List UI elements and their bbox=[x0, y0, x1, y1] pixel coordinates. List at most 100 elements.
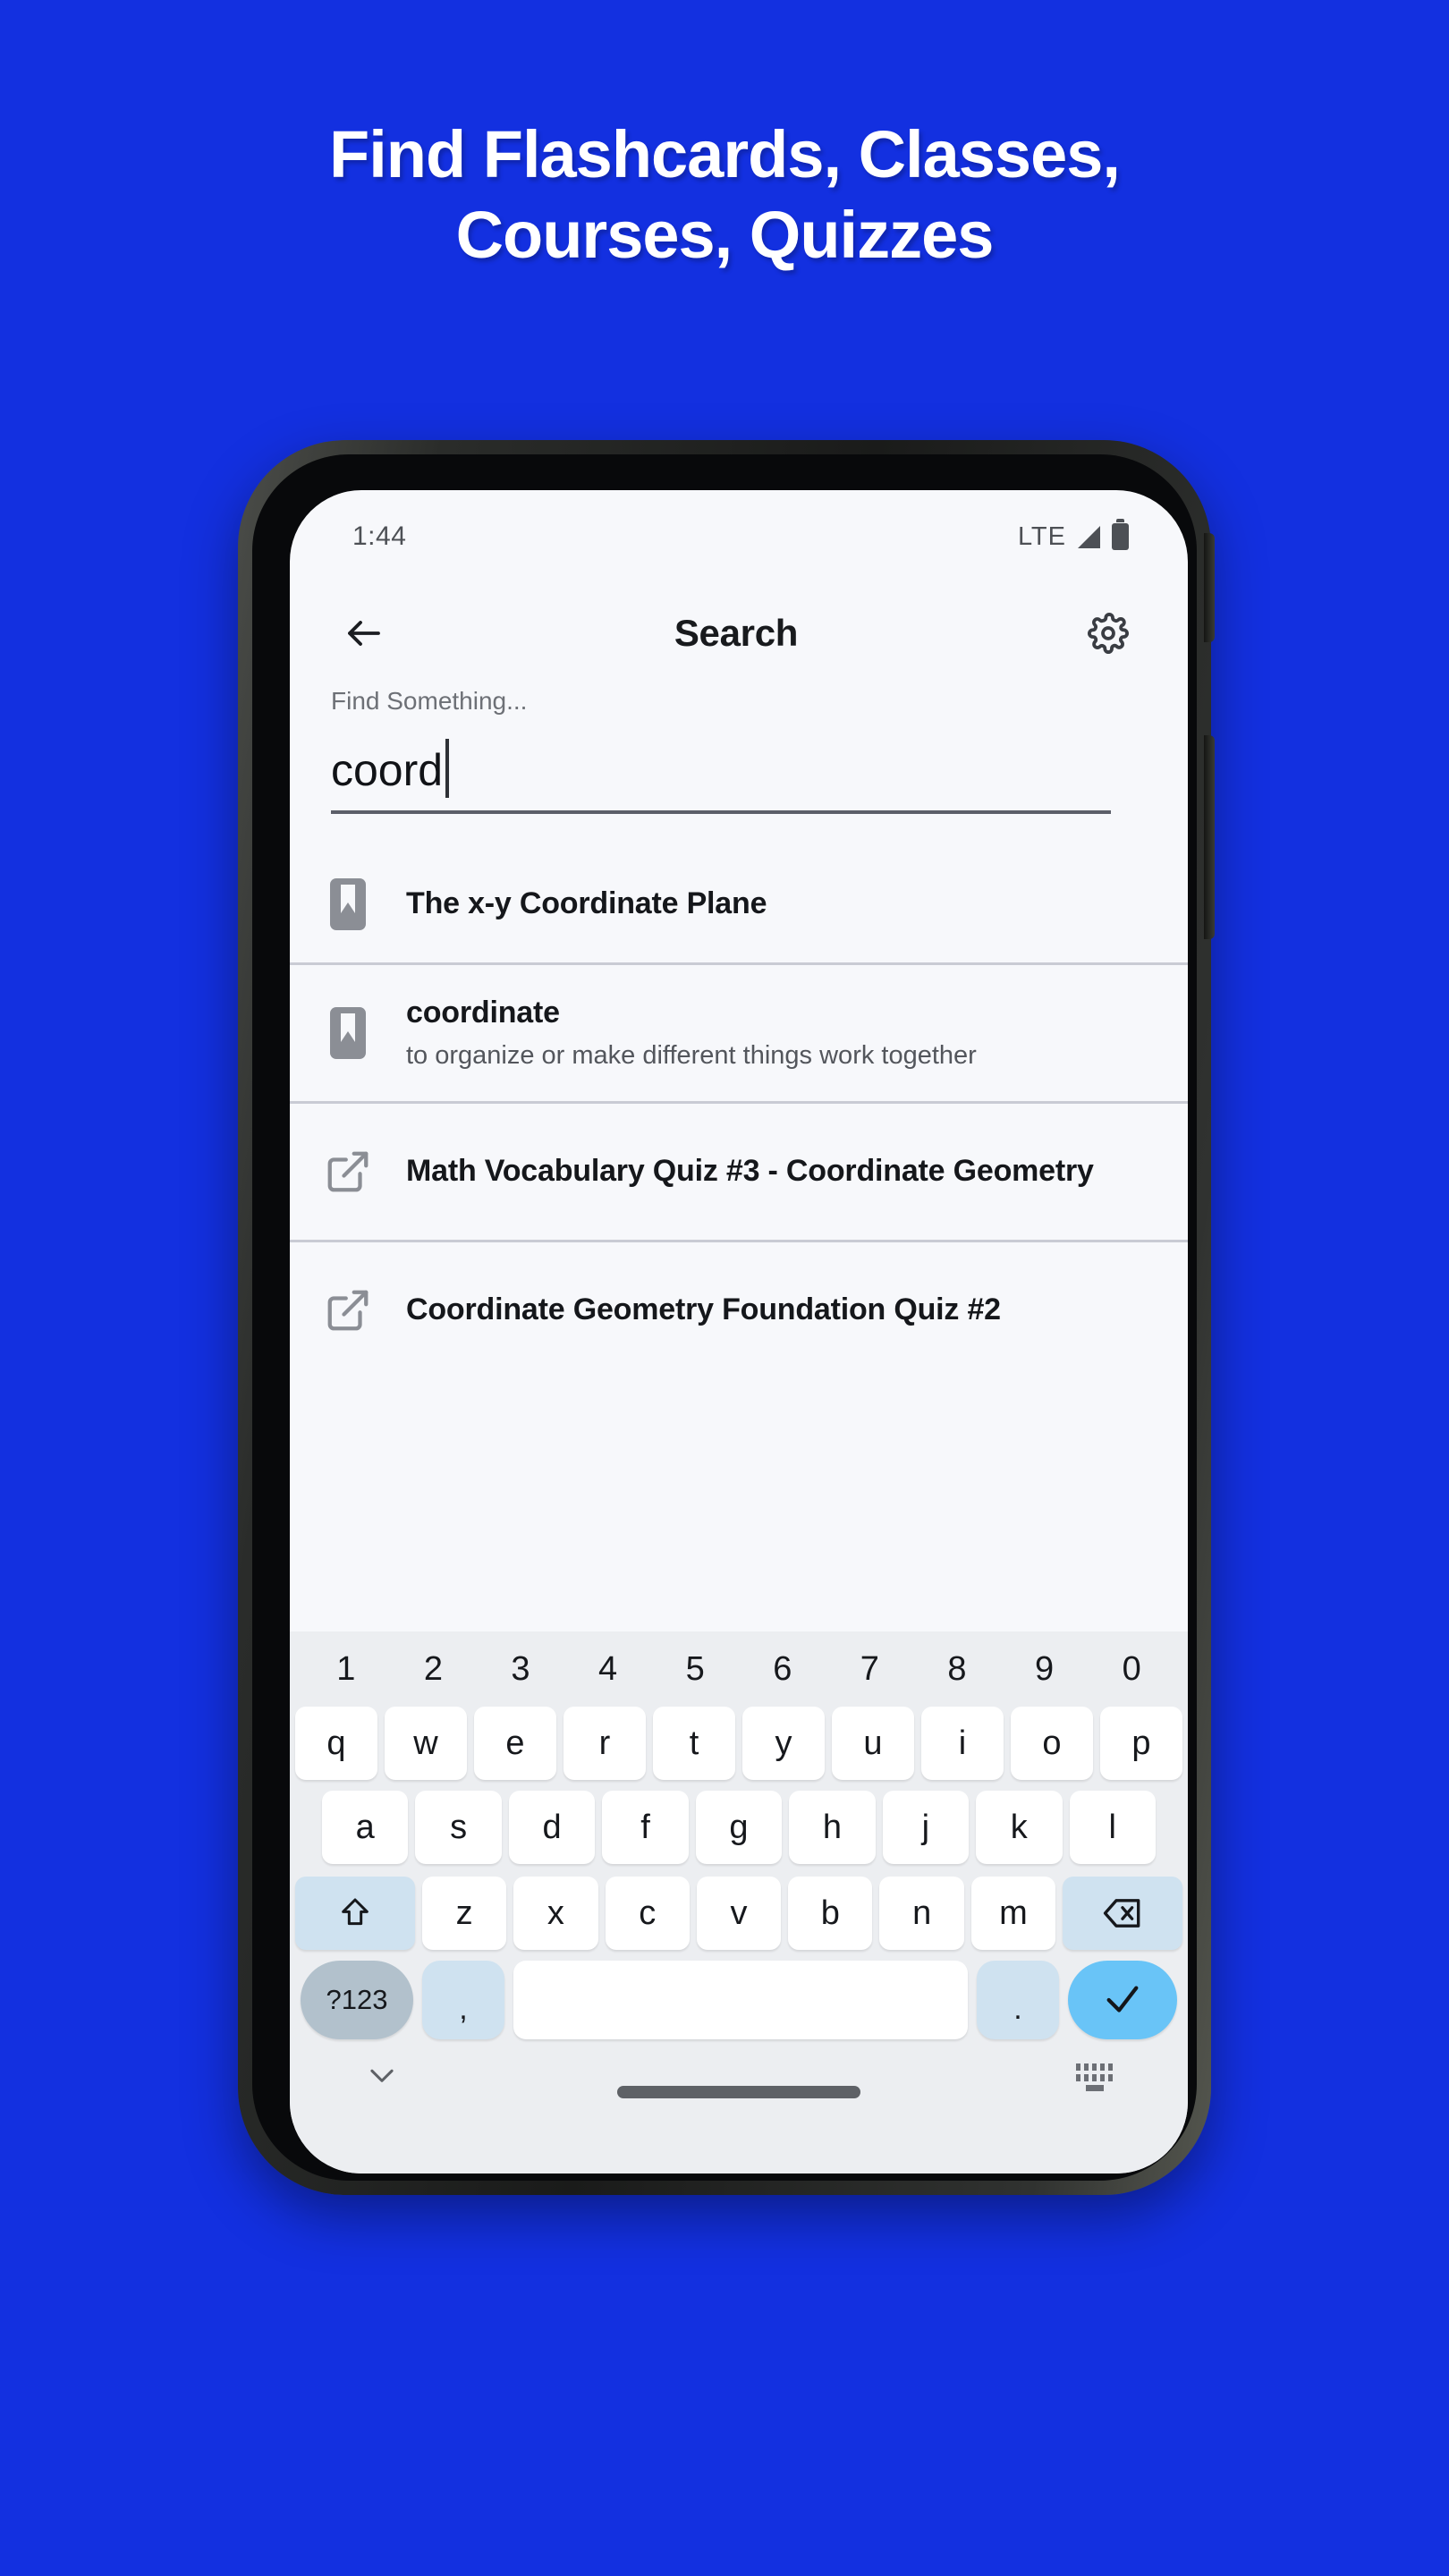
key-c[interactable]: c bbox=[605, 1877, 690, 1950]
shift-key[interactable] bbox=[295, 1877, 415, 1950]
backspace-key[interactable] bbox=[1063, 1877, 1183, 1950]
headline-line-2: Courses, Quizzes bbox=[455, 198, 995, 273]
keyboard-row-qwerty: q w e r t y u i o p bbox=[290, 1707, 1188, 1780]
signal-triangle-icon bbox=[1078, 525, 1100, 548]
phone-bezel: 1:44 LTE Search Find Something... coord … bbox=[252, 454, 1197, 2181]
key-d[interactable]: d bbox=[508, 1791, 596, 1864]
key-x[interactable]: x bbox=[513, 1877, 598, 1950]
result-icon-wrap bbox=[290, 878, 406, 930]
search-results-list: The x-y Coordinate Plane coordinate to o… bbox=[290, 846, 1188, 1378]
key-2[interactable]: 2 bbox=[390, 1650, 478, 1689]
search-field-underline bbox=[331, 810, 1111, 814]
space-key[interactable] bbox=[513, 1961, 968, 2039]
key-0[interactable]: 0 bbox=[1088, 1650, 1175, 1689]
key-k[interactable]: k bbox=[976, 1791, 1063, 1864]
key-7[interactable]: 7 bbox=[826, 1650, 914, 1689]
key-v[interactable]: v bbox=[696, 1877, 782, 1950]
system-navigation-bar bbox=[290, 2039, 1188, 2114]
keyboard-row-zxcv: z x c v b n m bbox=[290, 1875, 1188, 1952]
bookmark-icon bbox=[330, 1007, 366, 1059]
table-row[interactable]: coordinate to organize or make different… bbox=[290, 962, 1188, 1101]
checkmark-icon bbox=[1106, 1986, 1139, 2012]
keyboard-row-asdf: a s d f g h j k l bbox=[290, 1791, 1188, 1864]
status-bar-indicators: LTE bbox=[1017, 519, 1129, 552]
key-9[interactable]: 9 bbox=[1001, 1650, 1089, 1689]
hide-keyboard-button[interactable] bbox=[365, 2058, 399, 2097]
chevron-down-icon bbox=[370, 2069, 394, 2082]
result-title: Math Vocabulary Quiz #3 - Coordinate Geo… bbox=[406, 1154, 1094, 1189]
result-text: Math Vocabulary Quiz #3 - Coordinate Geo… bbox=[406, 1152, 1161, 1191]
search-field-area[interactable]: Find Something... coord bbox=[290, 687, 1188, 814]
key-o[interactable]: o bbox=[1011, 1707, 1093, 1780]
key-6[interactable]: 6 bbox=[739, 1650, 826, 1689]
symbols-key[interactable]: ?123 bbox=[301, 1961, 413, 2039]
backspace-delete-icon bbox=[1103, 1899, 1140, 1928]
back-button[interactable] bbox=[326, 595, 402, 672]
result-title: coordinate bbox=[406, 996, 560, 1030]
table-row[interactable]: Coordinate Geometry Foundation Quiz #2 bbox=[290, 1240, 1188, 1378]
result-text: The x-y Coordinate Plane bbox=[406, 885, 1161, 924]
result-text: coordinate to organize or make different… bbox=[406, 994, 1161, 1072]
key-8[interactable]: 8 bbox=[913, 1650, 1001, 1689]
key-w[interactable]: w bbox=[385, 1707, 467, 1780]
search-input[interactable]: coord bbox=[331, 728, 1188, 798]
key-b[interactable]: b bbox=[788, 1877, 873, 1950]
key-q[interactable]: q bbox=[295, 1707, 377, 1780]
key-1[interactable]: 1 bbox=[302, 1650, 390, 1689]
key-p[interactable]: p bbox=[1100, 1707, 1182, 1780]
page-title: Search bbox=[674, 612, 799, 654]
key-f[interactable]: f bbox=[602, 1791, 689, 1864]
shift-arrow-up-icon bbox=[342, 1898, 369, 1926]
key-l[interactable]: l bbox=[1069, 1791, 1156, 1864]
search-input-value: coord bbox=[331, 745, 444, 795]
key-h[interactable]: h bbox=[789, 1791, 876, 1864]
key-5[interactable]: 5 bbox=[651, 1650, 739, 1689]
result-text: Coordinate Geometry Foundation Quiz #2 bbox=[406, 1291, 1161, 1330]
key-g[interactable]: g bbox=[695, 1791, 783, 1864]
key-n[interactable]: n bbox=[879, 1877, 964, 1950]
period-key[interactable]: . bbox=[977, 1961, 1059, 2039]
result-title: The x-y Coordinate Plane bbox=[406, 886, 767, 921]
network-type-label: LTE bbox=[1017, 521, 1066, 551]
enter-key[interactable] bbox=[1068, 1961, 1177, 2039]
table-row[interactable]: Math Vocabulary Quiz #3 - Coordinate Geo… bbox=[290, 1101, 1188, 1240]
key-e[interactable]: e bbox=[474, 1707, 556, 1780]
bookmark-icon bbox=[330, 878, 366, 930]
keyboard-switch-icon bbox=[1076, 2063, 1113, 2071]
settings-button[interactable] bbox=[1070, 595, 1147, 672]
status-bar: 1:44 LTE bbox=[290, 490, 1188, 583]
phone-screen: 1:44 LTE Search Find Something... coord … bbox=[290, 490, 1188, 2174]
key-j[interactable]: j bbox=[882, 1791, 970, 1864]
key-y[interactable]: y bbox=[742, 1707, 825, 1780]
result-subtitle: to organize or make different things wor… bbox=[406, 1040, 977, 1070]
result-title: Coordinate Geometry Foundation Quiz #2 bbox=[406, 1292, 1001, 1327]
device-side-button-volume[interactable] bbox=[1204, 533, 1215, 642]
key-3[interactable]: 3 bbox=[477, 1650, 564, 1689]
status-bar-clock: 1:44 bbox=[352, 521, 407, 551]
promo-headline: Find Flashcards, Classes, Courses, Quizz… bbox=[0, 114, 1449, 276]
keyboard-row-bottom: ?123 , . bbox=[290, 1961, 1188, 2039]
switch-keyboard-button[interactable] bbox=[1076, 2063, 1113, 2091]
home-indicator-pill[interactable] bbox=[617, 2086, 860, 2098]
result-icon-wrap bbox=[290, 1007, 406, 1059]
app-bar: Search bbox=[290, 583, 1188, 683]
key-t[interactable]: t bbox=[653, 1707, 735, 1780]
search-field-label: Find Something... bbox=[331, 687, 528, 715]
comma-key[interactable]: , bbox=[422, 1961, 504, 2039]
table-row[interactable]: The x-y Coordinate Plane bbox=[290, 846, 1188, 962]
result-icon-wrap bbox=[290, 1148, 406, 1196]
key-z[interactable]: z bbox=[421, 1877, 507, 1950]
text-cursor bbox=[445, 739, 450, 798]
key-u[interactable]: u bbox=[832, 1707, 914, 1780]
key-r[interactable]: r bbox=[564, 1707, 646, 1780]
key-s[interactable]: s bbox=[415, 1791, 502, 1864]
device-side-button-power[interactable] bbox=[1204, 735, 1215, 939]
key-a[interactable]: a bbox=[322, 1791, 409, 1864]
key-4[interactable]: 4 bbox=[564, 1650, 652, 1689]
phone-device-frame: 1:44 LTE Search Find Something... coord … bbox=[238, 440, 1215, 2195]
on-screen-keyboard: 1 2 3 4 5 6 7 8 9 0 q w e r t y u i o p … bbox=[290, 1631, 1188, 2174]
battery-full-icon bbox=[1112, 519, 1129, 550]
key-i[interactable]: i bbox=[921, 1707, 1004, 1780]
headline-line-1: Find Flashcards, Classes, bbox=[329, 117, 1121, 191]
key-m[interactable]: m bbox=[970, 1877, 1056, 1950]
